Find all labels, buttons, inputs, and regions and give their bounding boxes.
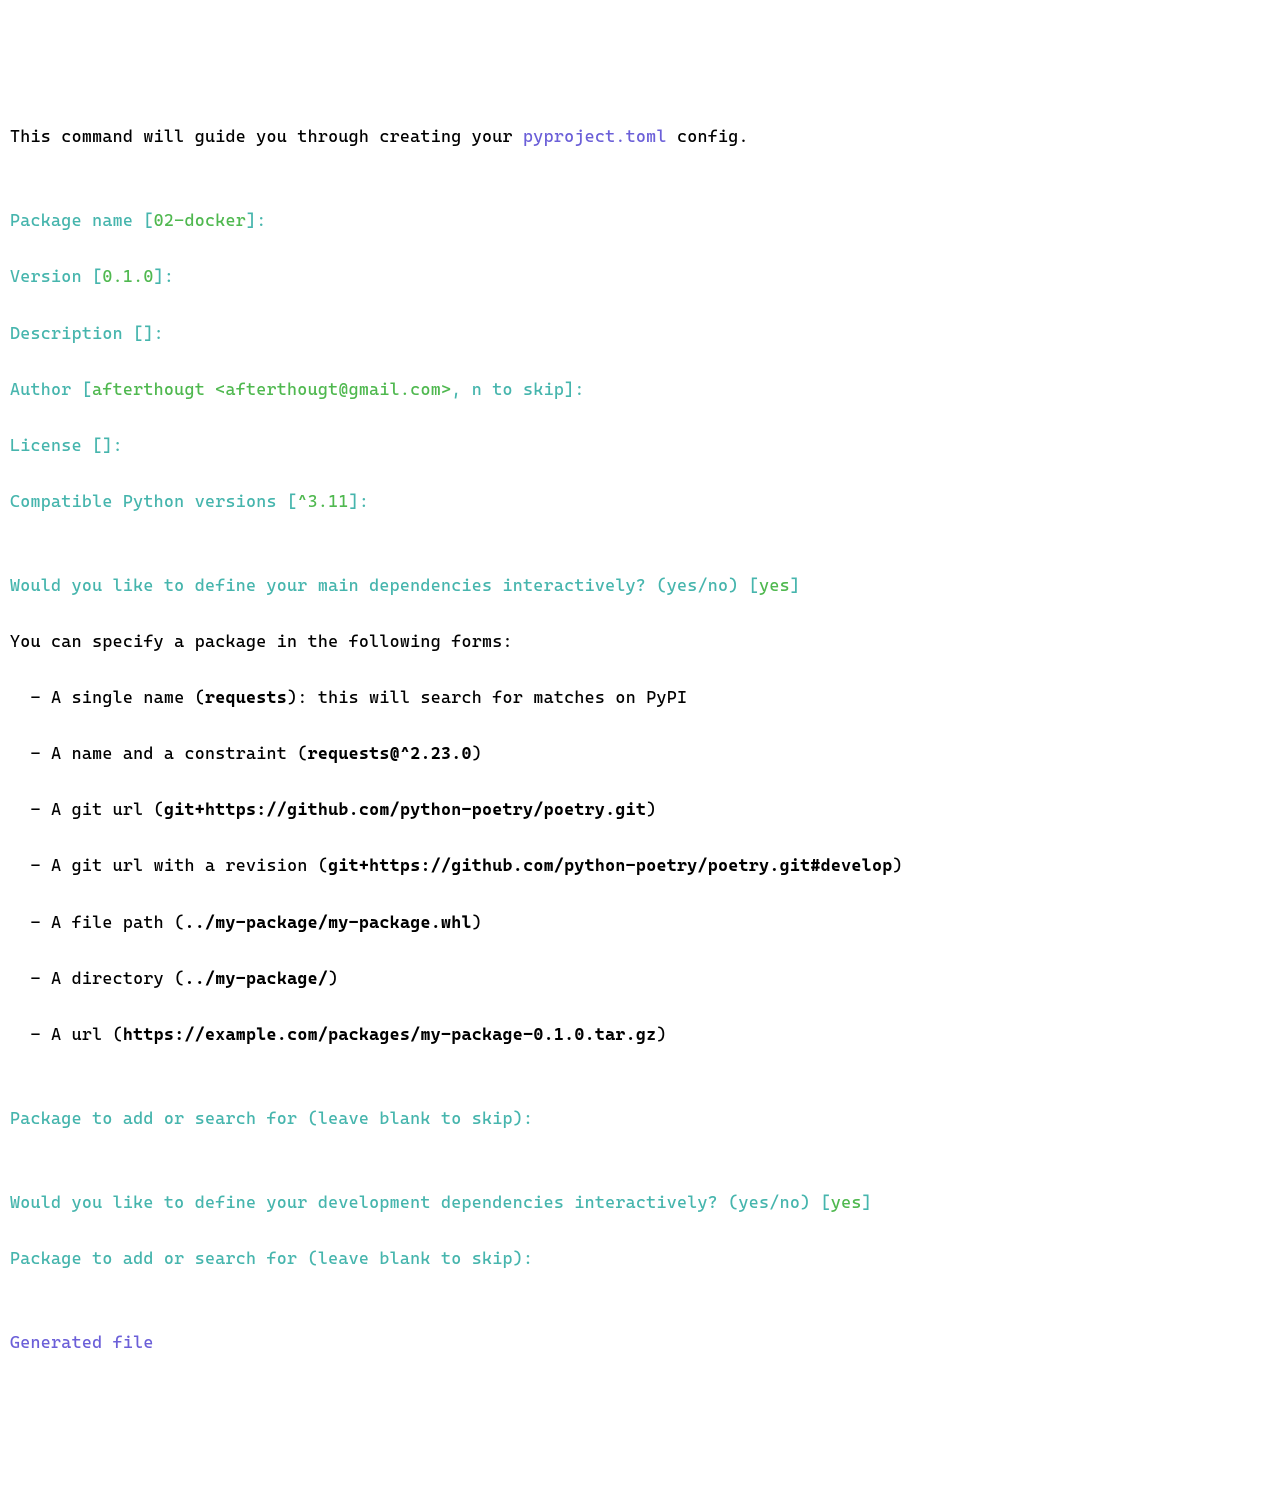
intro-suffix: config.	[667, 126, 749, 146]
package-name-close: ]:	[246, 210, 267, 230]
form-prefix: A file path (	[51, 912, 184, 932]
dev-deps-close: ]	[862, 1192, 872, 1212]
author-value: afterthougt <afterthougt@gmail.com>	[92, 379, 451, 399]
version-label: Version [	[10, 266, 102, 286]
main-deps-text: Would you like to define your main depen…	[10, 575, 759, 595]
form-suffix: ): this will search for matches on PyPI	[287, 687, 687, 707]
form-item: - A git url with a revision (git+https:/…	[10, 851, 1276, 879]
form-item: - A directory (../my-package/)	[10, 964, 1276, 992]
form-item: - A name and a constraint (requests@^2.2…	[10, 739, 1276, 767]
bullet: -	[10, 799, 51, 819]
package-name-prompt: Package name [02-docker]:	[10, 206, 1276, 234]
intro-prefix: This command will guide you through crea…	[10, 126, 523, 146]
package-name-default: 02-docker	[154, 210, 246, 230]
form-item: - A file path (../my-package/my-package.…	[10, 908, 1276, 936]
bullet: -	[10, 912, 51, 932]
author-label: Author [	[10, 379, 92, 399]
form-code: git+https://github.com/python-poetry/poe…	[328, 855, 892, 875]
form-item: - A url (https://example.com/packages/my…	[10, 1020, 1276, 1048]
bullet: -	[10, 687, 51, 707]
main-deps-default: yes	[759, 575, 790, 595]
form-suffix: )	[646, 799, 656, 819]
generated-file: Generated file	[10, 1328, 1276, 1356]
author-suffix: , n to skip]:	[451, 379, 584, 399]
bullet: -	[10, 968, 51, 988]
bullet: -	[10, 855, 51, 875]
python-prompt: Compatible Python versions [^3.11]:	[10, 487, 1276, 515]
description-prompt: Description []:	[10, 319, 1276, 347]
package-name-label: Package name [	[10, 210, 154, 230]
form-item: - A git url (git+https://github.com/pyth…	[10, 795, 1276, 823]
pyproject-filename: pyproject.toml	[523, 126, 667, 146]
form-prefix: A git url with a revision (	[51, 855, 328, 875]
forms-intro: You can specify a package in the followi…	[10, 627, 1276, 655]
form-prefix: A single name (	[51, 687, 205, 707]
version-default: 0.1.0	[102, 266, 153, 286]
form-code: requests	[205, 687, 287, 707]
version-close: ]:	[154, 266, 175, 286]
license-prompt: License []:	[10, 431, 1276, 459]
bullet: -	[10, 743, 51, 763]
dev-deps-question: Would you like to define your developmen…	[10, 1188, 1276, 1216]
dev-deps-text: Would you like to define your developmen…	[10, 1192, 831, 1212]
terminal-output: This command will guide you through crea…	[10, 122, 1276, 1356]
form-code: requests@^2.23.0	[308, 743, 472, 763]
form-code: git+https://github.com/python-poetry/poe…	[164, 799, 646, 819]
form-prefix: A name and a constraint (	[51, 743, 308, 763]
form-code: https://example.com/packages/my-package-…	[123, 1024, 657, 1044]
intro-line: This command will guide you through crea…	[10, 122, 1276, 150]
python-default: ^3.11	[297, 491, 348, 511]
dev-deps-default: yes	[831, 1192, 862, 1212]
python-label: Compatible Python versions [	[10, 491, 297, 511]
form-suffix: )	[892, 855, 902, 875]
author-prompt: Author [afterthougt <afterthougt@gmail.c…	[10, 375, 1276, 403]
python-close: ]:	[349, 491, 370, 511]
form-suffix: )	[328, 968, 338, 988]
form-item: - A single name (requests): this will se…	[10, 683, 1276, 711]
form-code: ../my-package/	[184, 968, 328, 988]
version-prompt: Version [0.1.0]:	[10, 262, 1276, 290]
main-deps-question: Would you like to define your main depen…	[10, 571, 1276, 599]
form-suffix: )	[656, 1024, 666, 1044]
form-prefix: A url (	[51, 1024, 123, 1044]
main-deps-close: ]	[790, 575, 800, 595]
form-code: ../my-package/my-package.whl	[184, 912, 471, 932]
form-suffix: )	[472, 743, 482, 763]
package-add-prompt: Package to add or search for (leave blan…	[10, 1104, 1276, 1132]
form-prefix: A git url (	[51, 799, 164, 819]
form-suffix: )	[472, 912, 482, 932]
bullet: -	[10, 1024, 51, 1044]
package-add-prompt-2: Package to add or search for (leave blan…	[10, 1244, 1276, 1272]
form-prefix: A directory (	[51, 968, 184, 988]
